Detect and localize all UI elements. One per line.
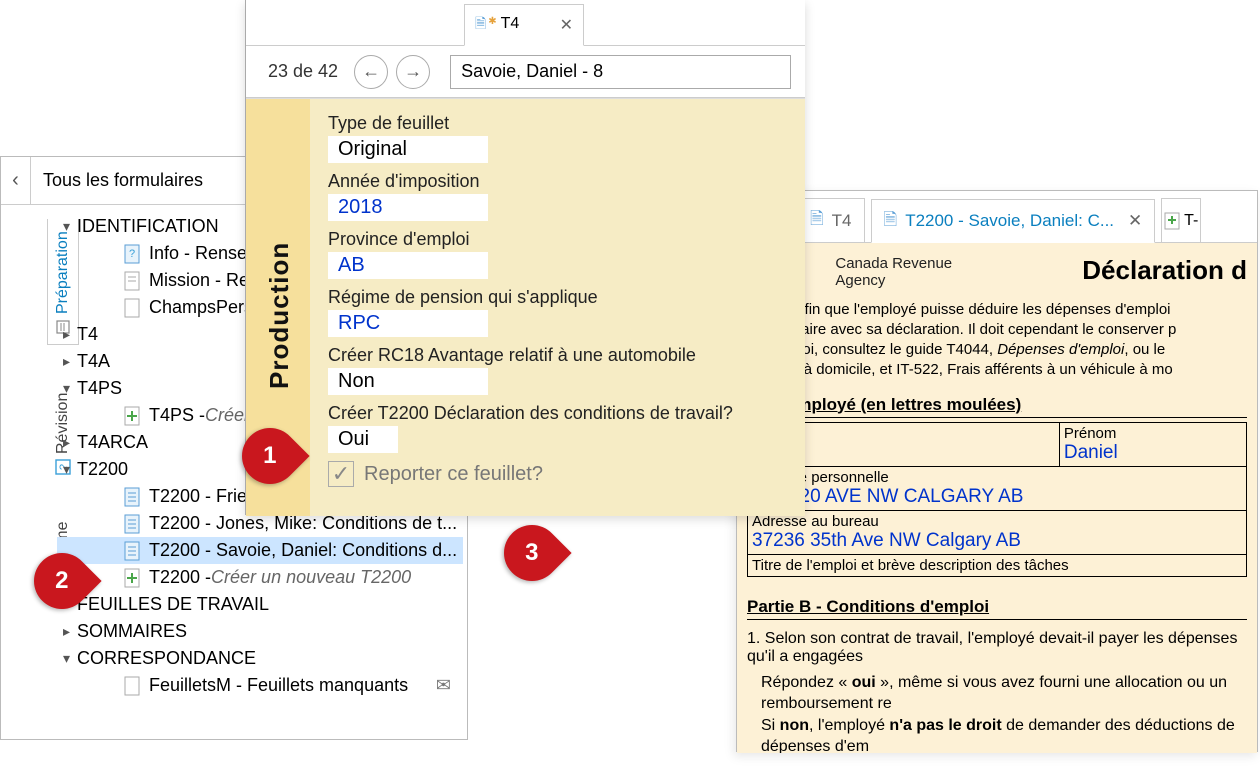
part-b-title: Partie B - Conditions d'emploi xyxy=(747,597,1247,620)
production-label: Production xyxy=(264,242,295,389)
t4-counter: 23 de 42 xyxy=(268,61,338,82)
tree-group-correspondance[interactable]: ▾CORRESPONDANCE xyxy=(57,645,463,672)
plus-icon xyxy=(1164,212,1182,230)
t2200-document: u revenuda Canada RevenueAgency Déclarat… xyxy=(737,243,1257,753)
tree-group-sommaires[interactable]: ▸SOMMAIRES xyxy=(57,618,463,645)
tree-group-feuilles[interactable]: ▸FEUILLES DE TRAVAIL xyxy=(57,591,463,618)
declaration-title: Déclaration d xyxy=(1082,255,1247,290)
vertical-tabs: Préparation ? Révision Transme xyxy=(1,205,53,735)
next-button[interactable]: → xyxy=(396,55,430,89)
t2200-tab-row: 🗎T4 🗎T2200 - Savoie, Daniel: C...✕ T- xyxy=(737,191,1257,243)
t4-panel: 🗎✱T4 ✕ 23 de 42 ← → Production Type de f… xyxy=(245,0,805,515)
question-1-sub: Répondez « oui », même si vous avez four… xyxy=(747,672,1247,754)
rc18-value[interactable]: Non xyxy=(328,368,488,395)
employee-section-title: sur l'employé (en lettres moulées) xyxy=(747,395,1247,418)
new-tab-button[interactable]: T- xyxy=(1161,198,1201,242)
doc-icon: 🗎 xyxy=(810,206,824,235)
mail-icon: ✉ xyxy=(436,675,451,696)
name-grid: Prénom Daniel xyxy=(747,422,1247,467)
t4-nav: 23 de 42 ← → xyxy=(246,46,805,98)
doc-icon: 🗎 xyxy=(884,207,898,236)
description: nulaire afin que l'employé puisse déduir… xyxy=(747,300,1247,381)
firstname-value[interactable]: Daniel xyxy=(1064,442,1242,464)
t4-tab-row: 🗎✱T4 ✕ xyxy=(246,0,805,46)
doc-icon: 🗎 xyxy=(475,15,486,31)
home-address-value[interactable]: 1014 20 AVE NW CALGARY AB xyxy=(752,486,1242,508)
firstname-cell: Prénom Daniel xyxy=(1060,423,1246,466)
t4-body: Production Type de feuilletOriginal Anné… xyxy=(246,98,805,516)
svg-text:?: ? xyxy=(129,248,135,260)
slip-type-value[interactable]: Original xyxy=(328,136,488,163)
t4-name-input[interactable] xyxy=(450,55,791,89)
tab-t4[interactable]: 🗎T4 xyxy=(797,198,865,242)
tree-item-feuilletsm[interactable]: FeuilletsM - Feuillets manquants✉ xyxy=(57,672,463,699)
job-title-row: Titre de l'emploi et brève description d… xyxy=(747,555,1247,577)
agency-row: u revenuda Canada RevenueAgency Déclarat… xyxy=(747,255,1247,290)
tree-item-t2200-savoie[interactable]: T2200 - Savoie, Daniel: Conditions d... xyxy=(57,537,463,564)
collapse-panel-button[interactable]: ‹ xyxy=(1,157,31,204)
t4-fields: Type de feuilletOriginal Année d'imposit… xyxy=(310,99,805,516)
doc-plus-icon xyxy=(121,405,143,427)
tree-item-t2200-create[interactable]: T2200 - Créer un nouveau T2200 xyxy=(57,564,463,591)
doc-question-icon: ? xyxy=(121,243,143,265)
t2200-panel: 🗎T4 🗎T2200 - Savoie, Daniel: C...✕ T- u … xyxy=(736,190,1258,752)
prev-button[interactable]: ← xyxy=(354,55,388,89)
doc-plus-icon xyxy=(121,567,143,589)
doc-blue-icon xyxy=(121,513,143,535)
home-address-row: Adresse personnelle 1014 20 AVE NW CALGA… xyxy=(747,467,1247,511)
doc-icon xyxy=(121,675,143,697)
t4-tab[interactable]: 🗎✱T4 ✕ xyxy=(464,4,584,46)
tab-t2200-active[interactable]: 🗎T2200 - Savoie, Daniel: C...✕ xyxy=(871,199,1156,243)
callout-3: 3 xyxy=(492,513,571,592)
doc-icon xyxy=(121,297,143,319)
star-icon: ✱ xyxy=(488,16,496,27)
office-address-value[interactable]: 37236 35th Ave NW Calgary AB xyxy=(752,530,1242,552)
checkbox-icon[interactable]: ✓ xyxy=(328,461,354,487)
doc-blue-icon xyxy=(121,486,143,508)
office-address-row: Adresse au bureau 37236 35th Ave NW Calg… xyxy=(747,511,1247,555)
report-checkbox-row[interactable]: ✓ Reporter ce feuillet? xyxy=(328,461,787,487)
doc-icon xyxy=(121,270,143,292)
t2200-value[interactable]: Oui xyxy=(328,426,398,453)
doc-blue-icon xyxy=(121,540,143,562)
t4-tab-label: 🗎✱T4 xyxy=(475,13,519,37)
year-value[interactable]: 2018 xyxy=(328,194,488,221)
province-value[interactable]: AB xyxy=(328,252,488,279)
close-icon[interactable]: ✕ xyxy=(560,15,573,35)
question-1: 1. Selon son contrat de travail, l'emplo… xyxy=(747,630,1247,666)
pension-value[interactable]: RPC xyxy=(328,310,488,337)
close-icon[interactable]: ✕ xyxy=(1128,211,1142,231)
agency-en: Canada RevenueAgency xyxy=(835,255,952,290)
